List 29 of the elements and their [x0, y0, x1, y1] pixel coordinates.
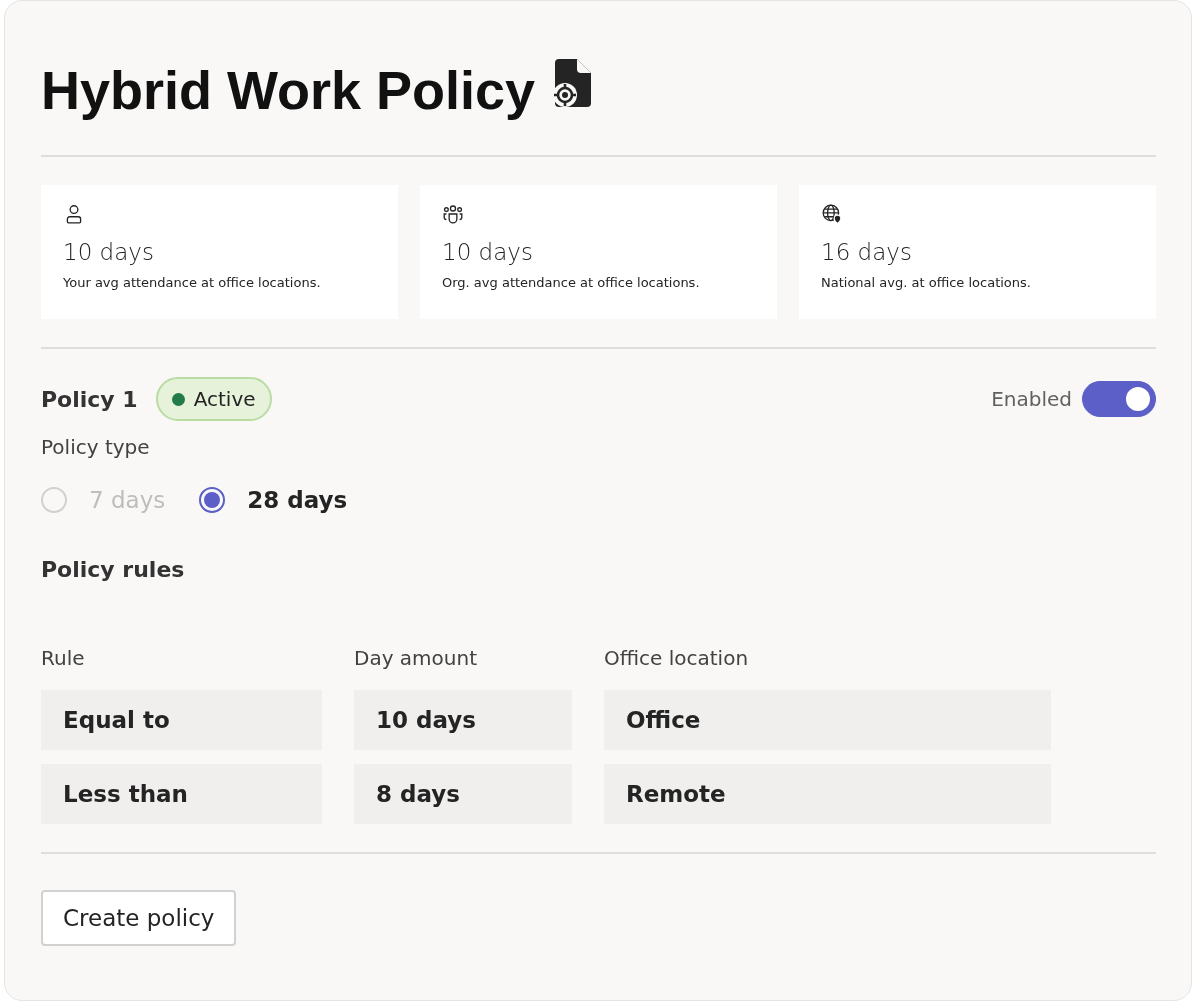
office-location-field[interactable]: Office	[604, 690, 1051, 750]
status-label: Active	[193, 387, 256, 411]
day-amount-field[interactable]: 8 days	[354, 764, 572, 824]
day-amount-field[interactable]: 10 days	[354, 690, 572, 750]
create-policy-button[interactable]: Create policy	[41, 890, 237, 946]
column-header: Rule	[41, 646, 86, 670]
stat-caption: Your avg attendance at office locations.	[63, 275, 321, 290]
rule-field[interactable]: Less than	[41, 764, 322, 824]
globe-location-icon	[821, 203, 843, 225]
stat-caption: National avg. at office locations.	[821, 275, 1031, 290]
page-title: Hybrid Work Policy	[41, 59, 536, 121]
field-label: Policy type	[41, 435, 151, 459]
section-title: Policy rules	[41, 557, 186, 582]
stat-value: 16 days	[821, 239, 912, 265]
stat-value: 10 days	[63, 239, 154, 265]
rule-field[interactable]: Equal to	[41, 690, 322, 750]
office-location-field[interactable]: Remote	[604, 764, 1051, 824]
radio-label: 7 days	[89, 487, 166, 513]
document-target-icon	[553, 57, 594, 109]
policy-name: Policy 1	[41, 386, 138, 412]
stat-value: 10 days	[442, 239, 533, 265]
column-header: Office location	[604, 646, 750, 670]
stat-caption: Org. avg attendance at office locations.	[442, 275, 700, 290]
column-header: Day amount	[354, 646, 479, 670]
radio-label: 28 days	[247, 487, 348, 513]
people-icon	[442, 203, 464, 225]
toggle-label: Enabled	[991, 387, 1072, 411]
toggle-switch[interactable]	[1082, 381, 1156, 417]
radio-button[interactable]	[199, 487, 226, 513]
